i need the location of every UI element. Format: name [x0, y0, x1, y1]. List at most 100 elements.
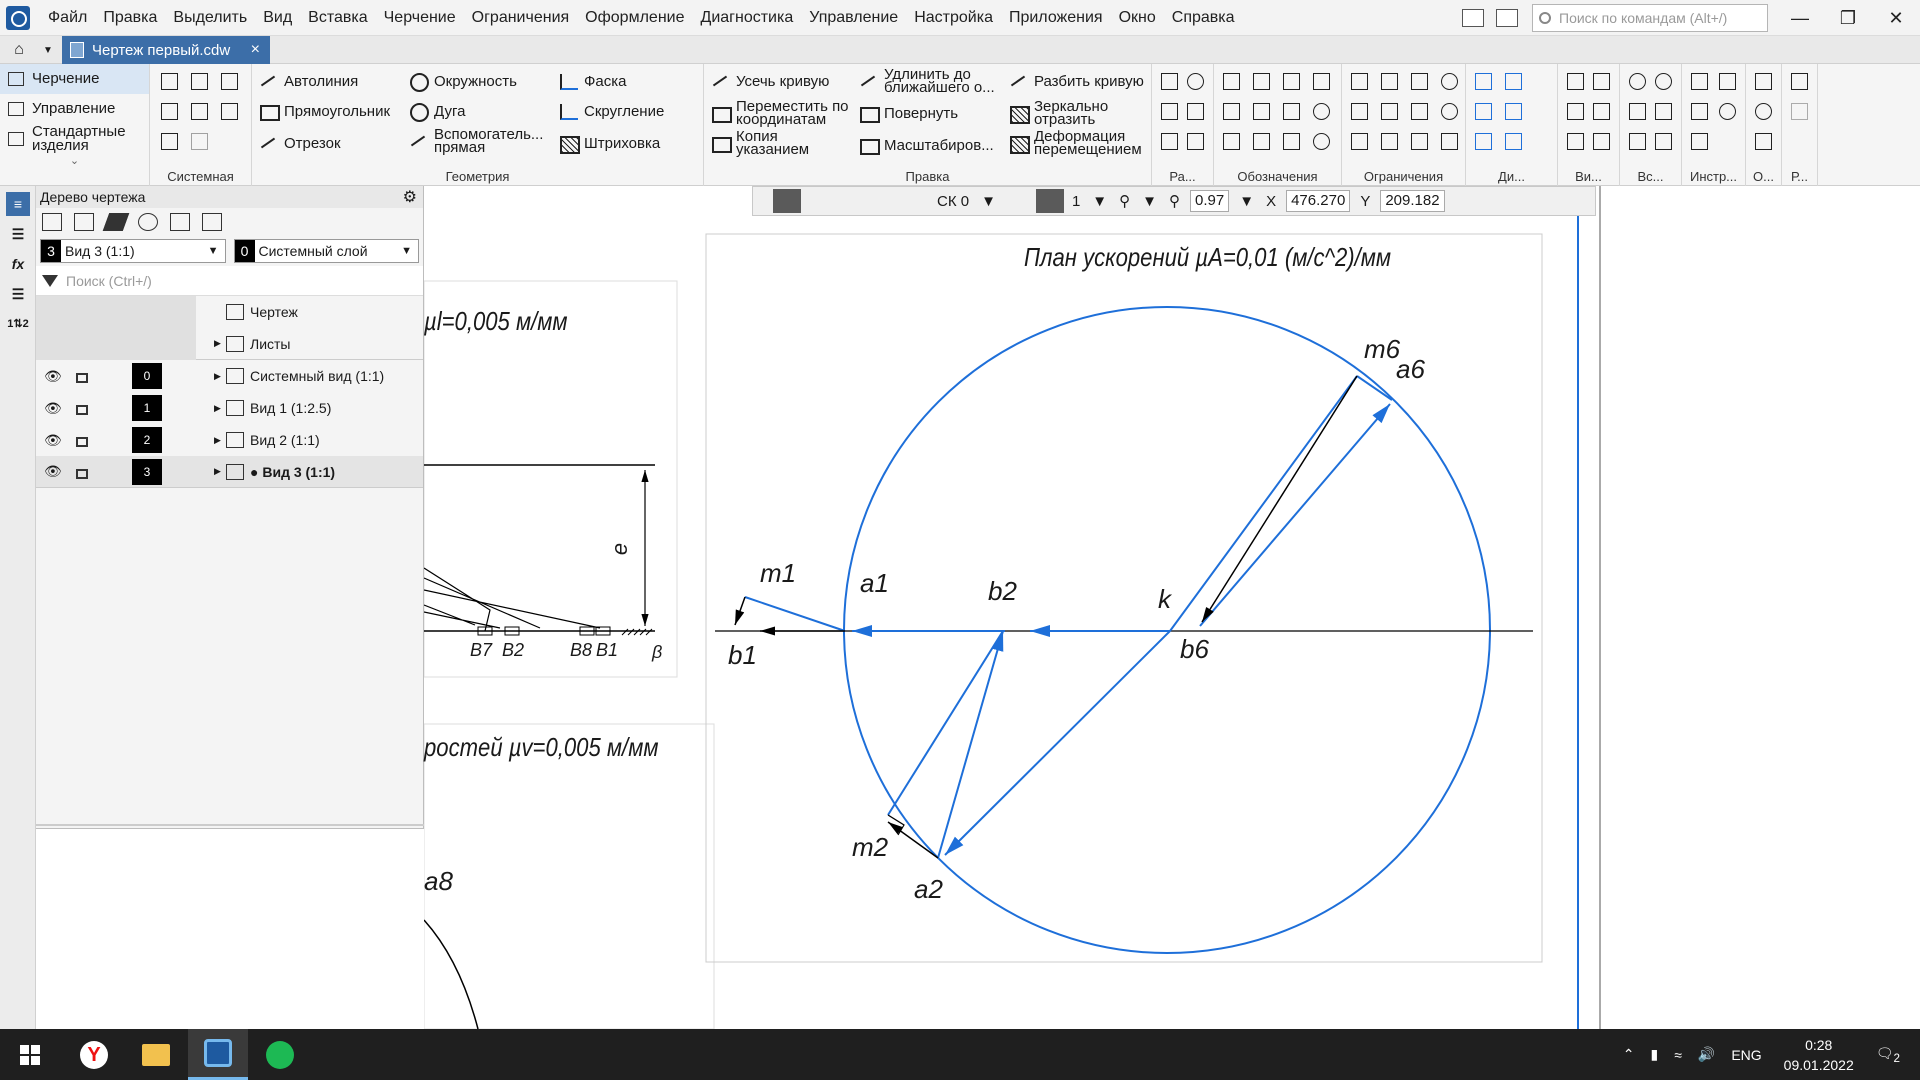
vs-icon-3[interactable]: [1626, 100, 1648, 122]
open-icon[interactable]: [188, 70, 210, 92]
view-tool-icon[interactable]: [42, 213, 62, 231]
ra-icon-5[interactable]: [1158, 130, 1180, 152]
menu-help[interactable]: Справка: [1164, 0, 1243, 36]
preview-icon[interactable]: [188, 100, 210, 122]
y-coordinate-field[interactable]: 209.182: [1380, 190, 1445, 212]
fillet-button[interactable]: Скругление: [558, 102, 664, 120]
constraint-icon-9[interactable]: [1348, 130, 1370, 152]
instr-icon-1[interactable]: [1688, 70, 1710, 92]
grid-icon[interactable]: [901, 189, 929, 213]
document-tab[interactable]: Чертеж первый.cdw ×: [62, 36, 270, 64]
trim-button[interactable]: Усечь кривую: [710, 72, 829, 90]
kompas-app-icon[interactable]: [6, 6, 30, 30]
minimize-button[interactable]: —: [1776, 0, 1824, 36]
r-icon-1[interactable]: [1788, 70, 1810, 92]
nav-drafting[interactable]: Черчение: [0, 64, 149, 94]
instr-icon-5[interactable]: [1688, 130, 1710, 152]
start-button[interactable]: [0, 1029, 60, 1080]
di-icon-4[interactable]: [1502, 100, 1524, 122]
ra-icon-1[interactable]: [1158, 70, 1180, 92]
di-icon-3[interactable]: [1472, 100, 1494, 122]
vi-icon-2[interactable]: [1590, 70, 1612, 92]
print-icon[interactable]: [158, 100, 180, 122]
mark-icon-4[interactable]: [1310, 70, 1332, 92]
vs-icon-2[interactable]: [1652, 70, 1674, 92]
zoom-value-dropdown-icon[interactable]: ▼: [1239, 193, 1254, 210]
file-explorer-icon[interactable]: [126, 1029, 186, 1080]
constraint-icon-12[interactable]: [1438, 130, 1460, 152]
language-indicator[interactable]: ENG: [1731, 1047, 1761, 1063]
split-curve-button[interactable]: Разбить кривую: [1008, 72, 1144, 90]
mark-icon-2[interactable]: [1250, 70, 1272, 92]
tree-row-view-2[interactable]: 👁 2 ▶ Вид 2 (1:1): [36, 424, 423, 456]
lock-icon[interactable]: [76, 405, 88, 415]
extend-button[interactable]: Удлинить до ближайшего о...: [858, 67, 998, 95]
zoom-glass-icon[interactable]: ⚲: [1169, 192, 1180, 210]
nav-more-chevron-icon[interactable]: ⌄: [0, 154, 149, 167]
di-icon-1[interactable]: [1472, 70, 1494, 92]
undo-icon[interactable]: [158, 130, 180, 152]
wifi-icon[interactable]: ≈: [1674, 1047, 1682, 1063]
tree-row-view-0[interactable]: 👁 0 ▶ Системный вид (1:1): [36, 360, 423, 392]
zoom-tool-icon[interactable]: ⚲: [1119, 192, 1130, 210]
nav-standard-parts[interactable]: Стандартные изделия: [0, 124, 149, 154]
expand-icon[interactable]: ▶: [214, 435, 221, 446]
arc-button[interactable]: Дуга: [408, 102, 465, 122]
fill-icon[interactable]: [102, 213, 130, 231]
di-icon-6[interactable]: [1502, 130, 1524, 152]
cs-dropdown-icon[interactable]: ▼: [981, 193, 996, 210]
spotify-icon[interactable]: [250, 1029, 310, 1080]
battery-icon[interactable]: ▮: [1650, 1046, 1658, 1063]
menu-window[interactable]: Окно: [1111, 0, 1164, 36]
table-tool-icon[interactable]: [1250, 130, 1272, 152]
gear-icon[interactable]: ⚙: [403, 187, 417, 207]
instr-icon-4[interactable]: [1716, 100, 1738, 122]
nav-manage[interactable]: Управление: [0, 94, 149, 124]
ortho-icon[interactable]: [805, 189, 833, 213]
drawing-canvas[interactable]: План ускорений µA=0,01 (м/с^2)/мм µl=0,0…: [424, 186, 1920, 1029]
cut-view-icon[interactable]: [138, 213, 158, 231]
menu-drafting[interactable]: Черчение: [376, 0, 464, 36]
circle-button[interactable]: Окружность: [408, 72, 517, 92]
vi-icon-5[interactable]: [1564, 130, 1586, 152]
filter-icon[interactable]: [42, 274, 58, 287]
vi-icon-6[interactable]: [1590, 130, 1612, 152]
vi-icon-1[interactable]: [1564, 70, 1586, 92]
zoom-input[interactable]: 0.97: [1190, 190, 1230, 212]
close-tab-icon[interactable]: ×: [251, 41, 260, 59]
aux-line-button[interactable]: Вспомогатель... прямая: [408, 127, 544, 155]
copy-button[interactable]: Копия указанием: [710, 129, 850, 157]
dynamic-input-icon[interactable]: [1035, 189, 1064, 213]
rectangle-button[interactable]: Прямоугольник: [258, 102, 390, 121]
ra-icon-3[interactable]: [1158, 100, 1180, 122]
measure-icon[interactable]: [1451, 189, 1479, 213]
mark-icon-1[interactable]: [1220, 70, 1242, 92]
command-search-input[interactable]: Поиск по командам (Alt+/): [1532, 4, 1768, 32]
move-coords-button[interactable]: Переместить по координатам: [710, 99, 856, 127]
ra-icon-6[interactable]: [1184, 130, 1206, 152]
constraint-icon-1[interactable]: [1348, 70, 1370, 92]
properties-panel-icon[interactable]: ☰: [6, 222, 30, 246]
constraint-icon-10[interactable]: [1378, 130, 1400, 152]
mark-icon-8[interactable]: [1310, 100, 1332, 122]
constraint-icon-2[interactable]: [1378, 70, 1400, 92]
text-tool-icon[interactable]: [1220, 130, 1242, 152]
tree-search-input[interactable]: Поиск (Ctrl+/): [66, 273, 152, 289]
mark-icon-7[interactable]: [1280, 100, 1302, 122]
numbering-panel-icon[interactable]: 1⇅2: [6, 312, 30, 336]
variables-panel-icon[interactable]: fx: [6, 252, 30, 276]
local-cs-icon[interactable]: [74, 213, 94, 231]
zoom-dropdown-icon[interactable]: ▼: [1142, 193, 1157, 210]
constraint-icon-6[interactable]: [1378, 100, 1400, 122]
instr-icon-2[interactable]: [1716, 70, 1738, 92]
menu-diagnostics[interactable]: Диагностика: [692, 0, 801, 36]
menu-edit[interactable]: Правка: [95, 0, 165, 36]
o-icon-1[interactable]: [1752, 70, 1774, 92]
r-icon-2[interactable]: [1788, 100, 1810, 122]
menu-settings[interactable]: Настройка: [906, 0, 1001, 36]
constraint-icon-7[interactable]: [1408, 100, 1430, 122]
ra-icon-2[interactable]: [1184, 70, 1206, 92]
ra-icon-4[interactable]: [1184, 100, 1206, 122]
local-snap-icon[interactable]: [869, 189, 897, 213]
step-value[interactable]: 1: [1072, 193, 1080, 210]
